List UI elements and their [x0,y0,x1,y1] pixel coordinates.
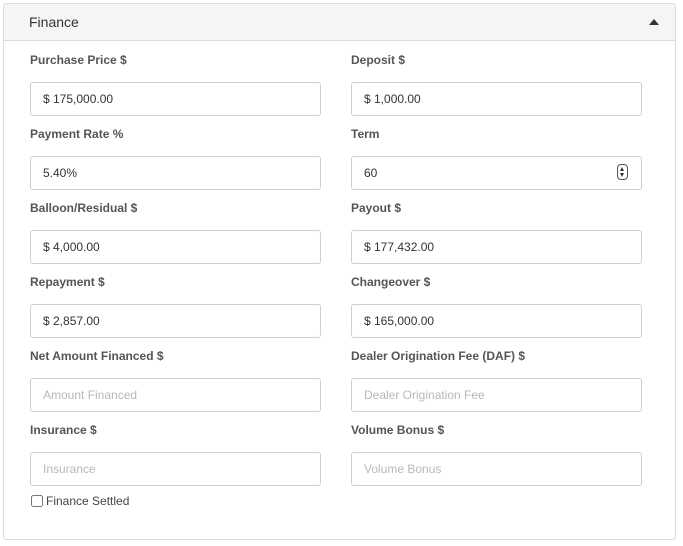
changeover-input[interactable] [351,304,642,338]
dealer-origination-fee-label: Dealer Origination Fee (DAF) $ [351,349,526,363]
net-amount-financed-label: Net Amount Financed $ [30,349,164,363]
stepper-up-icon[interactable] [620,167,624,171]
deposit-field: Deposit $ [351,52,642,116]
panel-header[interactable]: Finance [4,4,675,41]
term-label: Term [351,127,380,141]
balloon-residual-label: Balloon/Residual $ [30,201,138,215]
term-stepper-icon[interactable] [617,164,628,180]
repayment-input[interactable] [30,304,321,338]
repayment-field: Repayment $ [30,274,321,338]
balloon-residual-field: Balloon/Residual $ [30,200,321,264]
payout-field: Payout $ [351,200,642,264]
finance-settled-label[interactable]: Finance Settled [46,494,129,508]
purchase-price-label: Purchase Price $ [30,53,127,67]
purchase-price-field: Purchase Price $ [30,52,321,116]
collapse-caret-up-icon[interactable] [649,19,659,25]
payment-rate-field: Payment Rate % [30,126,321,190]
net-amount-financed-field: Net Amount Financed $ [30,348,321,412]
repayment-label: Repayment $ [30,275,105,289]
changeover-label: Changeover $ [351,275,431,289]
insurance-field: Insurance $ [30,422,321,486]
volume-bonus-field: Volume Bonus $ [351,422,642,486]
balloon-residual-input[interactable] [30,230,321,264]
payment-rate-input[interactable] [30,156,321,190]
purchase-price-input[interactable] [30,82,321,116]
finance-settled-checkbox[interactable] [31,495,43,507]
insurance-label: Insurance $ [30,423,97,437]
net-amount-financed-input[interactable] [30,378,321,412]
payout-label: Payout $ [351,201,402,215]
deposit-label: Deposit $ [351,53,406,67]
payout-input[interactable] [351,230,642,264]
term-input[interactable] [351,156,642,190]
volume-bonus-input[interactable] [351,452,642,486]
changeover-field: Changeover $ [351,274,642,338]
panel-title: Finance [29,14,79,30]
insurance-input[interactable] [30,452,321,486]
term-field: Term [351,126,642,190]
dealer-origination-fee-input[interactable] [351,378,642,412]
finance-settled-row: Finance Settled [31,494,129,508]
deposit-input[interactable] [351,82,642,116]
dealer-origination-fee-field: Dealer Origination Fee (DAF) $ [351,348,642,412]
volume-bonus-label: Volume Bonus $ [351,423,445,437]
payment-rate-label: Payment Rate % [30,127,124,141]
stepper-down-icon[interactable] [620,173,624,177]
